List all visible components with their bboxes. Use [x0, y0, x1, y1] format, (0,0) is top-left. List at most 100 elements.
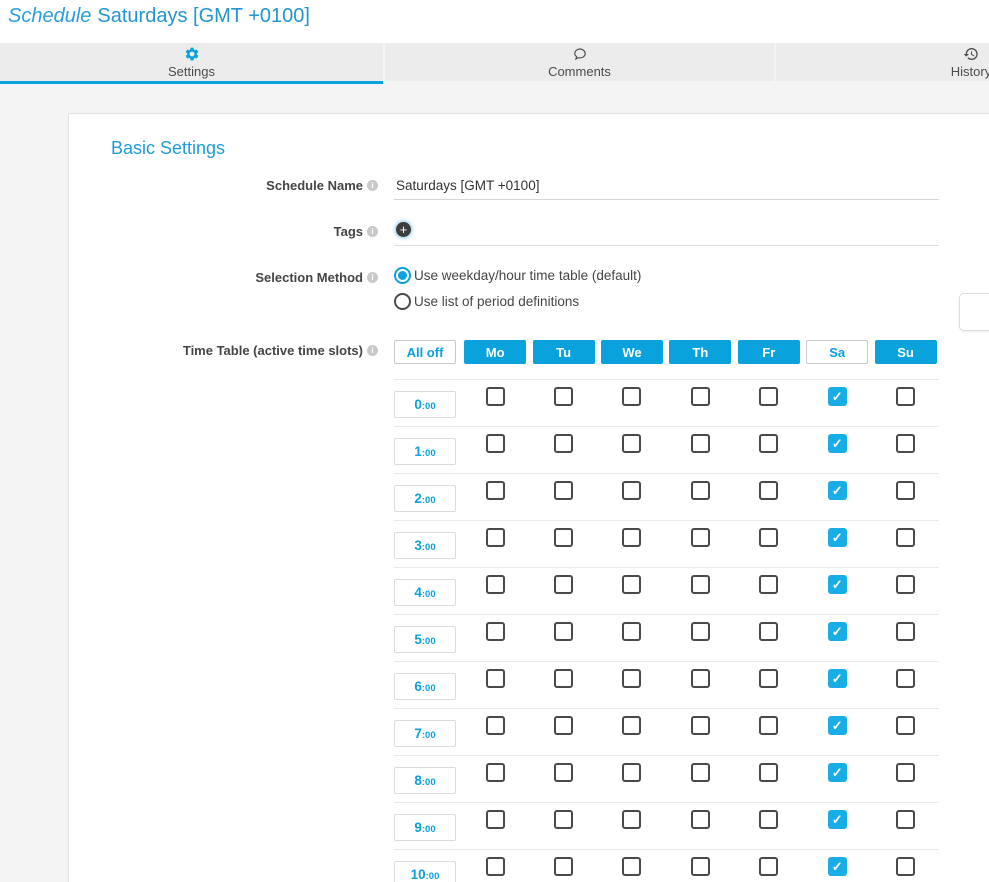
timeslot-checkbox-th-10-00[interactable]	[691, 857, 710, 876]
timeslot-checkbox-mo-9-00[interactable]	[486, 810, 505, 829]
day-toggle-tu[interactable]: Tu	[533, 340, 595, 364]
timeslot-checkbox-tu-9-00[interactable]	[554, 810, 573, 829]
timeslot-checkbox-su-1-00[interactable]	[896, 434, 915, 453]
timeslot-checkbox-sa-1-00[interactable]	[828, 434, 847, 453]
timeslot-checkbox-sa-2-00[interactable]	[828, 481, 847, 500]
timeslot-checkbox-fr-8-00[interactable]	[759, 763, 778, 782]
timeslot-checkbox-sa-7-00[interactable]	[828, 716, 847, 735]
timeslot-checkbox-mo-7-00[interactable]	[486, 716, 505, 735]
timeslot-checkbox-fr-7-00[interactable]	[759, 716, 778, 735]
timeslot-checkbox-sa-3-00[interactable]	[828, 528, 847, 547]
timeslot-checkbox-th-3-00[interactable]	[691, 528, 710, 547]
timeslot-checkbox-mo-0-00[interactable]	[486, 387, 505, 406]
timeslot-checkbox-fr-1-00[interactable]	[759, 434, 778, 453]
day-toggle-sa[interactable]: Sa	[806, 340, 868, 364]
hour-toggle-9-00[interactable]: 9:00	[394, 814, 456, 841]
timeslot-checkbox-su-10-00[interactable]	[896, 857, 915, 876]
tab-settings[interactable]: Settings	[0, 43, 383, 84]
timeslot-checkbox-mo-4-00[interactable]	[486, 575, 505, 594]
timeslot-checkbox-su-3-00[interactable]	[896, 528, 915, 547]
timeslot-checkbox-su-9-00[interactable]	[896, 810, 915, 829]
plus-circle-icon[interactable]	[396, 222, 411, 237]
timeslot-checkbox-tu-5-00[interactable]	[554, 622, 573, 641]
timeslot-checkbox-we-0-00[interactable]	[622, 387, 641, 406]
timeslot-checkbox-su-0-00[interactable]	[896, 387, 915, 406]
timeslot-checkbox-we-1-00[interactable]	[622, 434, 641, 453]
timeslot-checkbox-we-3-00[interactable]	[622, 528, 641, 547]
timeslot-checkbox-th-5-00[interactable]	[691, 622, 710, 641]
timeslot-checkbox-mo-2-00[interactable]	[486, 481, 505, 500]
timeslot-checkbox-th-6-00[interactable]	[691, 669, 710, 688]
hour-toggle-1-00[interactable]: 1:00	[394, 438, 456, 465]
radio-option-weekday-time-table[interactable]: Use weekday/hour time table (default)	[394, 267, 939, 284]
side-panel-handle[interactable]	[959, 293, 989, 331]
timeslot-checkbox-su-6-00[interactable]	[896, 669, 915, 688]
timeslot-checkbox-fr-5-00[interactable]	[759, 622, 778, 641]
timeslot-checkbox-tu-6-00[interactable]	[554, 669, 573, 688]
hour-toggle-8-00[interactable]: 8:00	[394, 767, 456, 794]
day-toggle-th[interactable]: Th	[669, 340, 731, 364]
timeslot-checkbox-th-0-00[interactable]	[691, 387, 710, 406]
timeslot-checkbox-mo-6-00[interactable]	[486, 669, 505, 688]
timeslot-checkbox-sa-4-00[interactable]	[828, 575, 847, 594]
timeslot-checkbox-tu-0-00[interactable]	[554, 387, 573, 406]
tags-input[interactable]	[394, 221, 939, 246]
timeslot-checkbox-mo-3-00[interactable]	[486, 528, 505, 547]
timeslot-checkbox-we-9-00[interactable]	[622, 810, 641, 829]
selection-method-info-icon[interactable]	[367, 272, 378, 283]
timeslot-checkbox-sa-8-00[interactable]	[828, 763, 847, 782]
timeslot-checkbox-we-7-00[interactable]	[622, 716, 641, 735]
day-toggle-su[interactable]: Su	[875, 340, 937, 364]
timeslot-checkbox-su-8-00[interactable]	[896, 763, 915, 782]
timeslot-checkbox-mo-5-00[interactable]	[486, 622, 505, 641]
day-toggle-fr[interactable]: Fr	[738, 340, 800, 364]
timeslot-checkbox-mo-8-00[interactable]	[486, 763, 505, 782]
timeslot-checkbox-su-7-00[interactable]	[896, 716, 915, 735]
timeslot-checkbox-fr-3-00[interactable]	[759, 528, 778, 547]
timeslot-checkbox-su-2-00[interactable]	[896, 481, 915, 500]
tab-history[interactable]: History	[776, 43, 989, 84]
timeslot-checkbox-su-5-00[interactable]	[896, 622, 915, 641]
timeslot-checkbox-fr-4-00[interactable]	[759, 575, 778, 594]
timeslot-checkbox-tu-7-00[interactable]	[554, 716, 573, 735]
timeslot-checkbox-th-7-00[interactable]	[691, 716, 710, 735]
hour-toggle-5-00[interactable]: 5:00	[394, 626, 456, 653]
hour-toggle-3-00[interactable]: 3:00	[394, 532, 456, 559]
timeslot-checkbox-sa-9-00[interactable]	[828, 810, 847, 829]
timeslot-checkbox-we-8-00[interactable]	[622, 763, 641, 782]
tags-info-icon[interactable]	[367, 226, 378, 237]
hour-toggle-2-00[interactable]: 2:00	[394, 485, 456, 512]
timeslot-checkbox-we-2-00[interactable]	[622, 481, 641, 500]
timeslot-checkbox-fr-10-00[interactable]	[759, 857, 778, 876]
timeslot-checkbox-th-4-00[interactable]	[691, 575, 710, 594]
timeslot-checkbox-mo-1-00[interactable]	[486, 434, 505, 453]
timeslot-checkbox-tu-10-00[interactable]	[554, 857, 573, 876]
timeslot-checkbox-we-4-00[interactable]	[622, 575, 641, 594]
timeslot-checkbox-fr-2-00[interactable]	[759, 481, 778, 500]
timeslot-checkbox-th-1-00[interactable]	[691, 434, 710, 453]
schedule-name-input[interactable]: Saturdays [GMT +0100]	[394, 175, 939, 200]
timeslot-checkbox-tu-1-00[interactable]	[554, 434, 573, 453]
timeslot-checkbox-fr-9-00[interactable]	[759, 810, 778, 829]
all-off-button[interactable]: All off	[394, 340, 456, 364]
timeslot-checkbox-mo-10-00[interactable]	[486, 857, 505, 876]
tab-comments[interactable]: Comments	[385, 43, 774, 84]
timeslot-checkbox-tu-2-00[interactable]	[554, 481, 573, 500]
timeslot-checkbox-we-5-00[interactable]	[622, 622, 641, 641]
time-table-info-icon[interactable]	[367, 345, 378, 356]
hour-toggle-6-00[interactable]: 6:00	[394, 673, 456, 700]
hour-toggle-0-00[interactable]: 0:00	[394, 391, 456, 418]
timeslot-checkbox-tu-8-00[interactable]	[554, 763, 573, 782]
timeslot-checkbox-th-9-00[interactable]	[691, 810, 710, 829]
timeslot-checkbox-sa-10-00[interactable]	[828, 857, 847, 876]
timeslot-checkbox-fr-6-00[interactable]	[759, 669, 778, 688]
timeslot-checkbox-th-8-00[interactable]	[691, 763, 710, 782]
timeslot-checkbox-sa-6-00[interactable]	[828, 669, 847, 688]
timeslot-checkbox-we-10-00[interactable]	[622, 857, 641, 876]
timeslot-checkbox-we-6-00[interactable]	[622, 669, 641, 688]
day-toggle-we[interactable]: We	[601, 340, 663, 364]
schedule-name-info-icon[interactable]	[367, 180, 378, 191]
timeslot-checkbox-th-2-00[interactable]	[691, 481, 710, 500]
radio-option-period-definitions[interactable]: Use list of period definitions	[394, 293, 939, 310]
hour-toggle-7-00[interactable]: 7:00	[394, 720, 456, 747]
